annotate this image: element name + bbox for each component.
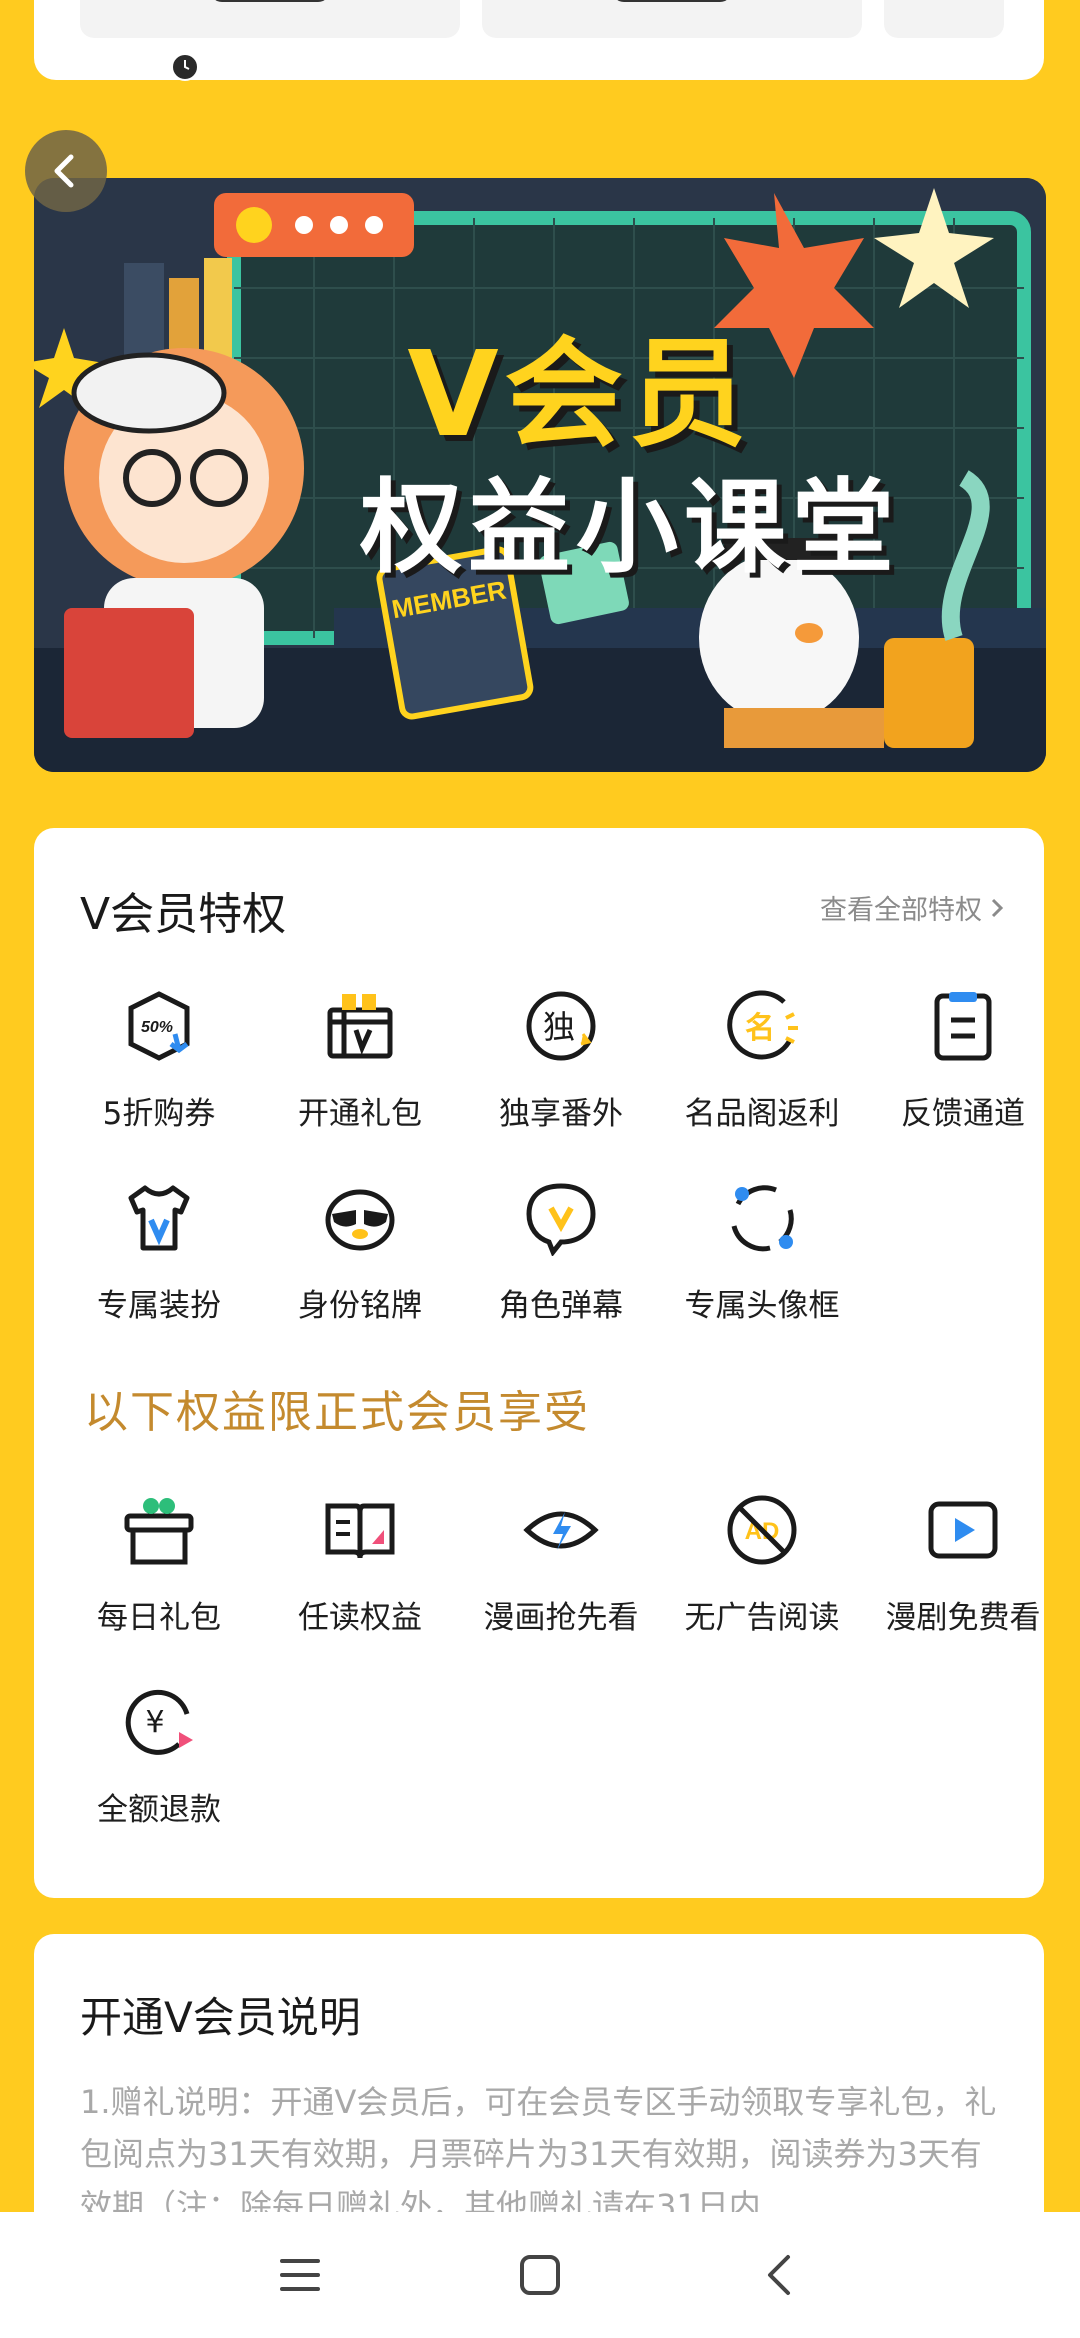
- privilege-label: 全额退款: [97, 1792, 221, 1828]
- privilege-label: 专属头像框: [684, 1288, 840, 1324]
- privilege-label: 独享番外: [499, 1096, 623, 1132]
- daily-gift-icon: [124, 1498, 194, 1565]
- chevron-right-icon: [991, 898, 1004, 917]
- privilege-item-gift-pack[interactable]: 开通礼包: [260, 988, 460, 1133]
- privilege-label: 5折购券: [102, 1096, 216, 1132]
- nav-back-button[interactable]: [750, 2245, 810, 2305]
- privilege-item-free-read[interactable]: 任读权益: [260, 1492, 460, 1637]
- no-ads-icon: AD: [727, 1495, 797, 1565]
- svg-text:¥: ¥: [145, 1705, 164, 1740]
- read-icon: [325, 1503, 395, 1559]
- privilege-item-early-access[interactable]: 漫画抢先看: [461, 1492, 661, 1637]
- avatar-frame-icon: [731, 1185, 794, 1252]
- privilege-label: 身份铭牌: [298, 1288, 422, 1324]
- system-nav-bar: [0, 2212, 1080, 2338]
- privilege-item-feedback[interactable]: 反馈通道: [863, 988, 1063, 1133]
- explanation-body: 1.赠礼说明：开通V会员后，可在会员专区手动领取专享礼包，礼包阅点为31天有效期…: [80, 2083, 997, 2225]
- danmaku-icon: [526, 1183, 596, 1256]
- privilege-label: 无广告阅读: [684, 1600, 840, 1636]
- privilege-item-danmaku[interactable]: 角色弹幕: [461, 1180, 661, 1325]
- privilege-item-avatar-frame[interactable]: 专属头像框: [662, 1180, 862, 1325]
- menu-icon: [280, 2259, 320, 2291]
- privilege-label: 开通礼包: [298, 1096, 422, 1132]
- privilege-label: 任读权益: [298, 1600, 422, 1636]
- explanation-title: 开通V会员说明: [80, 1993, 361, 2042]
- top-chip[interactable]: [884, 0, 1004, 38]
- outfit-icon: [128, 1185, 190, 1251]
- privilege-item-no-ads[interactable]: AD 无广告阅读: [662, 1492, 862, 1637]
- privilege-item-rebate[interactable]: 名 名品阁返利: [662, 988, 862, 1133]
- privilege-item-nameplate[interactable]: 身份铭牌: [260, 1180, 460, 1325]
- privilege-item-free-video[interactable]: 漫剧免费看: [863, 1492, 1063, 1637]
- privilege-item-daily-gift[interactable]: 每日礼包: [59, 1492, 259, 1637]
- top-chip[interactable]: [482, 0, 862, 38]
- exclusive-icon: 独: [526, 991, 596, 1061]
- membership-explanation-card: 开通V会员说明 1.赠礼说明：开通V会员后，可在会员专区手动领取专享礼包，礼包阅…: [34, 1934, 1044, 2254]
- feedback-icon: [934, 992, 992, 1061]
- promo-banner[interactable]: MEMBER V会员 权益小课堂: [34, 178, 1046, 772]
- clock-icon: [171, 53, 199, 81]
- banner-title-line1: V会员: [407, 325, 753, 463]
- rebate-icon: 名: [727, 990, 798, 1060]
- banner-title-line2: 权益小课堂: [360, 469, 900, 588]
- back-triangle-icon: [768, 2255, 790, 2295]
- top-chip[interactable]: [80, 0, 460, 38]
- privilege-label: 漫画抢先看: [483, 1600, 639, 1636]
- privilege-label: 漫剧免费看: [885, 1600, 1041, 1636]
- svg-text:50%: 50%: [141, 1019, 173, 1036]
- privilege-item-refund[interactable]: ¥ 全额退款: [59, 1684, 259, 1829]
- early-access-icon: [523, 1511, 599, 1550]
- member-only-notice: 以下权益限正式会员享受: [84, 1387, 590, 1438]
- privileges-card: V会员特权 查看全部特权 50% 5折购券 开通礼包 独 独享番外 名 名品阁返…: [34, 828, 1044, 1898]
- menu-button[interactable]: [270, 2245, 330, 2305]
- home-button[interactable]: [510, 2245, 570, 2305]
- coupon-50-icon: 50%: [128, 991, 190, 1061]
- square-home-icon: [520, 2255, 560, 2295]
- nameplate-icon: [325, 1189, 395, 1251]
- privilege-item-exclusive[interactable]: 独 独享番外: [461, 988, 661, 1133]
- svg-text:独: 独: [543, 1008, 575, 1046]
- privilege-label: 名品阁返利: [684, 1096, 840, 1132]
- privilege-item-coupon[interactable]: 50% 5折购券: [59, 988, 259, 1133]
- svg-text:名: 名: [745, 1011, 775, 1046]
- privilege-label: 反馈通道: [901, 1096, 1025, 1132]
- video-icon: [928, 1501, 998, 1559]
- privileges-title: V会员特权: [80, 889, 287, 940]
- chevron-left-icon: [54, 154, 74, 188]
- back-button[interactable]: [25, 130, 107, 212]
- view-all-privileges-link[interactable]: 查看全部特权: [820, 888, 1006, 927]
- privilege-label: 每日礼包: [97, 1600, 221, 1636]
- refund-icon: ¥: [125, 1689, 193, 1755]
- view-all-label: 查看全部特权: [820, 895, 982, 926]
- privilege-label: 角色弹幕: [499, 1288, 623, 1324]
- privilege-label: 专属装扮: [97, 1288, 221, 1324]
- privilege-item-outfit[interactable]: 专属装扮: [59, 1180, 259, 1325]
- gift-box-icon: [327, 994, 393, 1059]
